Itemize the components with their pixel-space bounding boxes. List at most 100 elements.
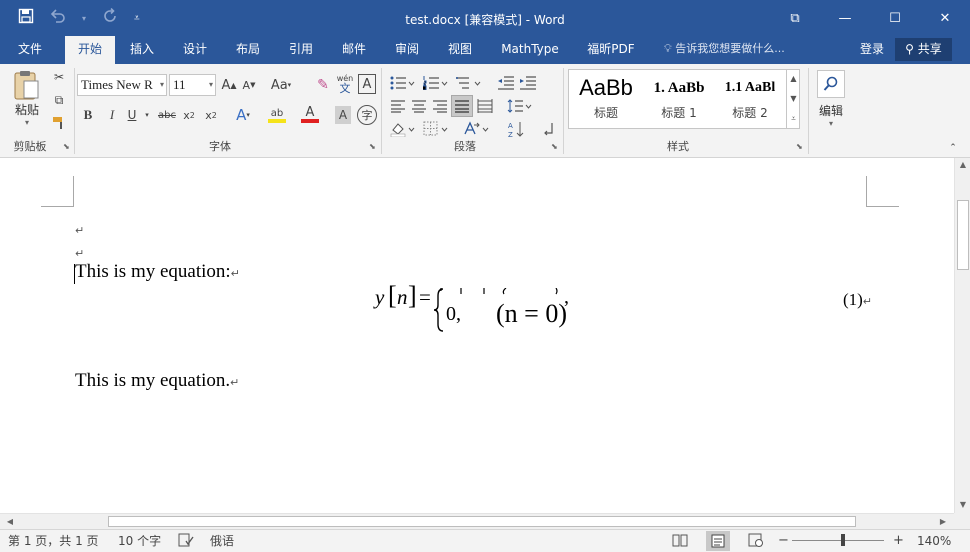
tab-review[interactable]: 审阅 <box>385 36 429 64</box>
styles-gallery: AaBb 标题 1. AaBb 标题 1 1.1 AaBl 标题 2 <box>568 69 800 129</box>
scroll-right-icon[interactable]: ▶ <box>936 514 950 529</box>
scrollbar-corner <box>954 513 970 529</box>
zoom-slider-track[interactable] <box>792 540 884 541</box>
italic-button[interactable]: I <box>104 105 120 125</box>
distributed-icon[interactable] <box>475 96 495 116</box>
text-effects-button[interactable]: A ▾ <box>232 104 254 126</box>
close-button[interactable]: ✕ <box>920 0 970 36</box>
print-layout-icon[interactable] <box>706 531 730 551</box>
scroll-down-icon[interactable]: ▼ <box>955 498 970 512</box>
tab-home[interactable]: 开始 <box>65 36 115 64</box>
status-bar: 第 1 页，共 1 页 10 个字 俄语 − + 140% <box>0 529 970 552</box>
zoom-out-button[interactable]: − <box>778 533 789 549</box>
gallery-down-icon[interactable]: ▼ <box>787 89 800 109</box>
minimize-button[interactable]: — <box>820 0 870 36</box>
collapse-ribbon-icon[interactable]: ⌃ <box>946 142 960 154</box>
borders-icon[interactable] <box>421 118 451 140</box>
strikethrough-button[interactable]: abc <box>157 105 177 125</box>
bold-button[interactable]: B <box>80 105 96 125</box>
superscript-button[interactable]: x2 <box>202 105 220 125</box>
vertical-scrollbar[interactable]: ▲ ▼ <box>954 158 970 513</box>
clipboard-launcher-icon[interactable]: ⬊ <box>63 143 71 151</box>
zoom-in-button[interactable]: + <box>893 533 904 549</box>
shading-icon[interactable] <box>388 118 418 140</box>
grow-font-button[interactable]: A ▲ <box>220 74 238 96</box>
editing-button[interactable]: 编辑 ▾ <box>813 68 849 130</box>
page-count[interactable]: 第 1 页，共 1 页 <box>8 533 99 549</box>
tab-insert[interactable]: 插入 <box>120 36 164 64</box>
style-title[interactable]: AaBb 标题 <box>571 72 641 127</box>
tab-file[interactable]: 文件 <box>6 36 54 64</box>
vertical-scroll-thumb[interactable] <box>957 200 969 270</box>
scroll-up-icon[interactable]: ▲ <box>955 158 970 172</box>
numbering-icon[interactable] <box>420 72 450 94</box>
increase-indent-icon[interactable] <box>518 72 538 94</box>
align-center-icon[interactable] <box>409 96 429 116</box>
chinese-layout-icon[interactable] <box>462 118 492 140</box>
scissors-icon[interactable]: ✂ <box>50 68 68 86</box>
tell-me-box[interactable]: 💡︎ 告诉我您想要做什么... <box>664 36 785 64</box>
maximize-button[interactable]: ☐ <box>870 0 920 36</box>
underline-button[interactable]: U <box>124 105 140 125</box>
character-shading-button[interactable]: A <box>335 106 351 124</box>
change-case-button[interactable]: Aa ▾ <box>268 74 294 96</box>
tab-references[interactable]: 引用 <box>279 36 323 64</box>
tab-view[interactable]: 视图 <box>438 36 482 64</box>
font-color-button[interactable]: A <box>298 104 322 126</box>
horizontal-scrollbar[interactable]: ◀ ▶ <box>0 513 954 529</box>
paragraph-launcher-icon[interactable]: ⬊ <box>551 143 559 151</box>
tab-mailings[interactable]: 邮件 <box>332 36 376 64</box>
proofing-icon[interactable] <box>178 533 194 551</box>
gallery-up-icon[interactable]: ▲ <box>787 69 800 89</box>
align-right-icon[interactable] <box>430 96 450 116</box>
copy-icon[interactable]: ⧉ <box>50 91 68 109</box>
share-button[interactable]: ⚲ 共享 <box>895 38 952 61</box>
font-launcher-icon[interactable]: ⬊ <box>369 143 377 151</box>
person-icon: ⚲ <box>905 42 914 56</box>
tab-layout[interactable]: 布局 <box>226 36 270 64</box>
text-effects-glyph: A <box>236 106 247 124</box>
zoom-level[interactable]: 140% <box>917 533 951 549</box>
show-hide-marks-icon[interactable] <box>538 118 558 140</box>
tab-design[interactable]: 设计 <box>173 36 217 64</box>
web-layout-icon[interactable] <box>748 533 764 551</box>
align-left-icon[interactable] <box>388 96 408 116</box>
styles-launcher-icon[interactable]: ⬊ <box>796 143 804 151</box>
line-spacing-icon[interactable] <box>505 96 535 116</box>
font-size-box[interactable]: 11 ▾ <box>169 74 216 96</box>
highlight-button[interactable]: ab <box>264 104 290 126</box>
shrink-font-button[interactable]: A ▼ <box>240 74 258 96</box>
sign-in-link[interactable]: 登录 <box>860 36 884 64</box>
tab-foxit-pdf[interactable]: 福昕PDF <box>580 36 642 64</box>
ribbon-display-options-icon[interactable]: ⧉ <box>770 0 820 36</box>
character-border-button[interactable]: A <box>358 74 376 94</box>
bullets-icon[interactable] <box>387 72 417 94</box>
decrease-indent-icon[interactable] <box>496 72 516 94</box>
tab-mathtype[interactable]: MathType <box>494 36 566 64</box>
format-painter-icon[interactable] <box>50 114 68 132</box>
word-count[interactable]: 10 个字 <box>118 533 161 549</box>
enclose-characters-button[interactable]: 字 <box>357 105 377 125</box>
paragraph-mark: ↵ <box>230 377 240 389</box>
zoom-slider-thumb[interactable] <box>841 534 845 546</box>
document-area[interactable]: ↵ ↵ This is my equation:↵ y [ n ] = 0, (… <box>0 158 954 513</box>
subscript-button[interactable]: x2 <box>180 105 198 125</box>
gallery-more-icon[interactable]: ⩡ <box>787 109 800 129</box>
style-heading-2[interactable]: 1.1 AaBl 标题 2 <box>717 72 783 127</box>
horizontal-scroll-thumb[interactable] <box>108 516 856 527</box>
phonetic-guide-button[interactable]: wén 文 <box>335 72 355 96</box>
scroll-left-icon[interactable]: ◀ <box>3 514 17 529</box>
style-heading-1[interactable]: 1. AaBb 标题 1 <box>643 72 715 127</box>
paragraph-group-label: 段落 <box>454 140 476 153</box>
underline-dropdown-icon[interactable]: ▾ <box>140 105 154 125</box>
clear-formatting-icon[interactable]: ✎ <box>313 74 333 96</box>
justify-icon[interactable] <box>451 95 473 117</box>
document-line-2[interactable]: This is my equation.↵ <box>75 370 239 392</box>
read-mode-icon[interactable] <box>672 533 688 551</box>
sort-icon[interactable]: AZ <box>506 118 526 140</box>
font-name-box[interactable]: Times New R ▾ <box>77 74 167 96</box>
language[interactable]: 俄语 <box>210 533 234 549</box>
document-line-1[interactable]: This is my equation:↵ <box>75 261 240 283</box>
paste-button[interactable]: 粘贴 ▾ <box>10 68 44 128</box>
multilevel-list-icon[interactable] <box>453 72 485 94</box>
